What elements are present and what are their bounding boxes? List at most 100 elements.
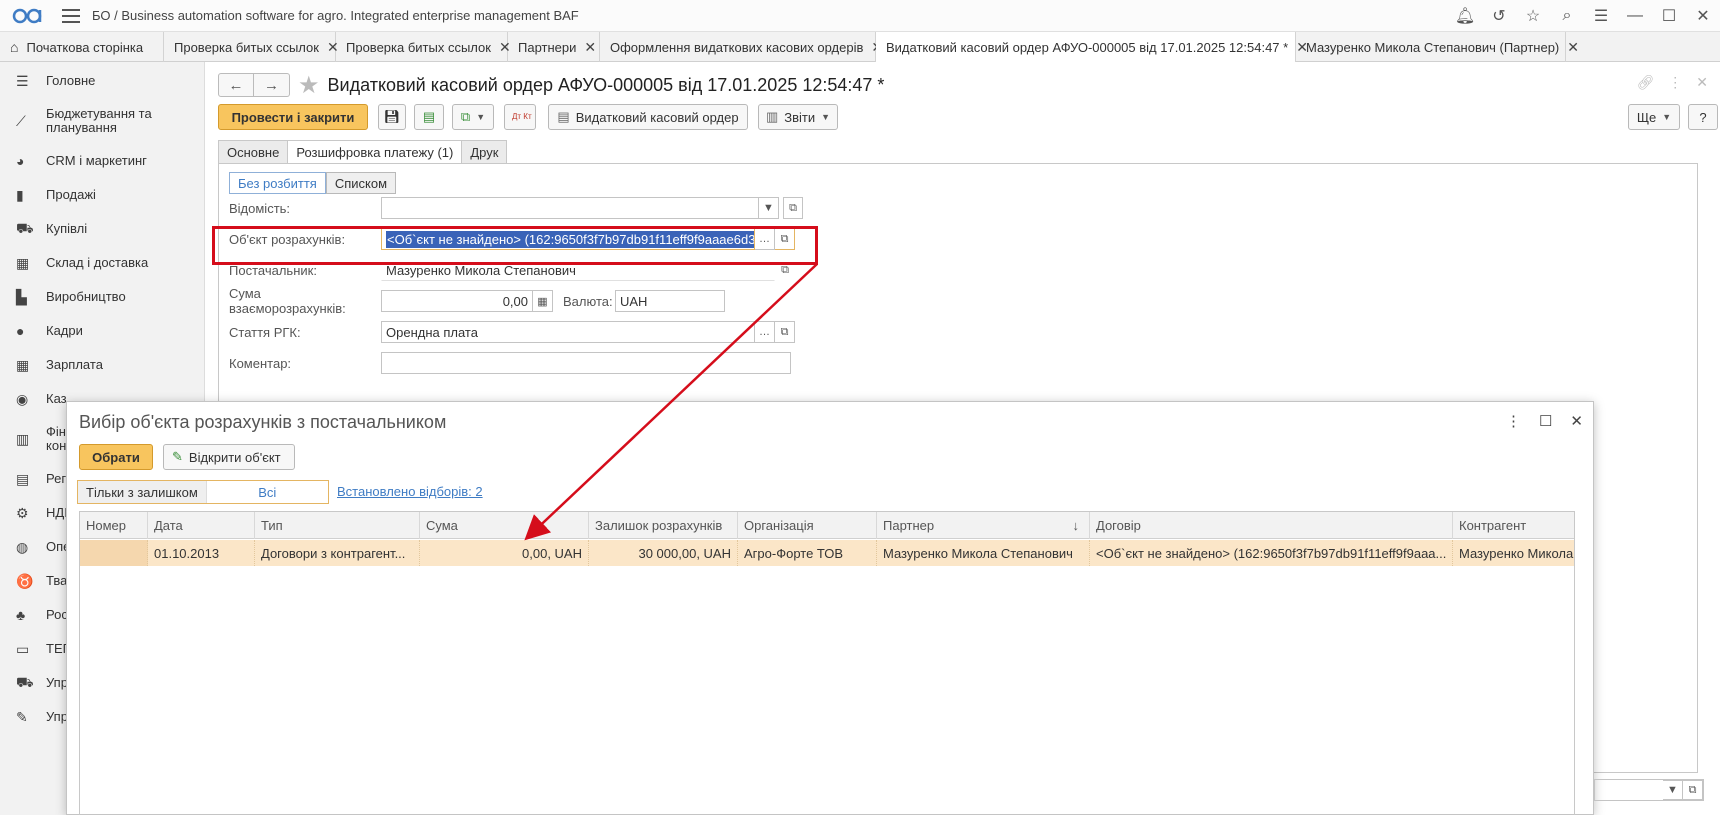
filters-link[interactable]: Встановлено відборів: 2 — [337, 484, 483, 499]
all-switch[interactable]: Всі — [205, 481, 328, 503]
bell-icon[interactable]: 🔔︎ — [1448, 0, 1482, 32]
sidebar-item-label: Упр — [46, 709, 68, 724]
balance-filter-switch: Тільки з залишком Всі — [77, 480, 329, 504]
list-switch[interactable]: Списком — [325, 172, 397, 194]
close-icon[interactable]: ✕ — [584, 39, 596, 56]
column-contract[interactable]: Договір — [1090, 512, 1453, 539]
highlight-frame — [212, 226, 818, 265]
tab-cash-order-doc[interactable]: Видатковий касовий ордер АФУО-000005 від… — [876, 32, 1308, 62]
tab-partner-card[interactable]: Мазуренко Микола Степанович (Партнер) ✕ — [1296, 32, 1579, 62]
sidebar-item-warehouse[interactable]: ▦ Склад і доставка — [0, 246, 204, 280]
main-menu-icon[interactable] — [62, 8, 80, 23]
sidebar-item-label: Тва — [46, 573, 68, 588]
tab-label: Проверка битых ссылок — [174, 39, 319, 55]
sidebar-item-label: Зарплата — [46, 357, 103, 372]
close-icon[interactable]: ✕ — [1686, 0, 1720, 32]
sidebar-item-sales[interactable]: ▮ Продажі — [0, 178, 204, 212]
chart-line-icon: ⟋ — [16, 112, 26, 129]
comment-field[interactable] — [381, 352, 791, 374]
button-label: Звіти — [784, 109, 816, 125]
column-balance[interactable]: Залишок розрахунків — [589, 512, 738, 539]
history-icon[interactable]: ↺ — [1482, 0, 1516, 32]
truck-icon: ⛟ — [16, 673, 34, 690]
ellipsis-icon[interactable]: … — [755, 321, 775, 343]
tab-print[interactable]: Друк — [461, 140, 508, 164]
open-object-button[interactable]: ✎ Відкрити об'єкт — [163, 444, 295, 470]
tab-broken-links-1[interactable]: Проверка битых ссылок ✕ — [164, 32, 339, 62]
tab-partners[interactable]: Партнери ✕ — [508, 32, 600, 62]
more-button[interactable]: Ще ▼ — [1628, 104, 1680, 130]
close-icon[interactable]: ✕ — [1567, 39, 1579, 56]
column-number[interactable]: Номер — [80, 512, 148, 539]
sidebar-item-crm[interactable]: ◕ CRM і маркетинг — [0, 144, 204, 178]
column-counterparty[interactable]: Контрагент — [1453, 512, 1574, 539]
statement-field[interactable] — [381, 197, 759, 219]
tab-home[interactable]: ⌂ Початкова сторінка — [0, 32, 164, 62]
cell-number — [80, 540, 148, 566]
tab-label: Початкова сторінка — [26, 39, 144, 55]
tab-payment-breakdown[interactable]: Розшифровка платежу (1) — [287, 140, 463, 164]
calculator-icon[interactable]: ▦ — [533, 290, 553, 312]
article-row: Стаття РГК: Орендна плата … ⧉ — [229, 320, 795, 344]
dt-kt-button[interactable]: Дт Кт — [504, 104, 536, 130]
tab-main[interactable]: Основне — [218, 140, 289, 164]
save-button[interactable]: 💾︎ — [378, 104, 406, 130]
print-order-button[interactable]: ▤ Видатковий касовий ордер — [548, 104, 748, 130]
button-label: Обрати — [92, 449, 140, 465]
currency-label: Валюта: — [563, 293, 613, 309]
dropdown-arrow-icon[interactable]: ▼ — [759, 197, 779, 219]
sidebar-item-production[interactable]: ▙ Виробництво — [0, 280, 204, 314]
back-button[interactable]: ← — [218, 73, 254, 97]
reports-button[interactable]: ▥ Звіти ▼ — [758, 104, 838, 130]
open-icon[interactable]: ⧉ — [1683, 780, 1703, 800]
favorite-star-icon[interactable]: ★ — [298, 71, 320, 100]
sidebar-item-salary[interactable]: ▦ Зарплата — [0, 348, 204, 382]
column-sum[interactable]: Сума — [420, 512, 589, 539]
pie-icon: ◕ — [16, 153, 25, 169]
post-button[interactable]: ▤ — [414, 104, 444, 130]
currency-field[interactable]: UAH — [615, 290, 725, 312]
cell-sum: 0,00, UAH — [420, 540, 589, 566]
article-field[interactable]: Орендна плата — [381, 321, 755, 343]
close-icon[interactable]: ✕ — [1696, 74, 1708, 91]
column-organization[interactable]: Організація — [738, 512, 877, 539]
more-vertical-icon[interactable]: ⋮ — [1668, 74, 1682, 91]
sidebar-item-budgeting[interactable]: ⟋ Бюджетування та планування — [0, 98, 204, 144]
help-button[interactable]: ? — [1688, 104, 1718, 130]
table-row[interactable]: 01.10.2013 Договори з контрагент... 0,00… — [80, 540, 1574, 566]
forward-button[interactable]: → — [254, 73, 290, 97]
sidebar-item-label: Рос — [46, 607, 68, 622]
open-icon[interactable]: ⧉ — [783, 197, 803, 219]
column-type[interactable]: Тип — [255, 512, 420, 539]
minimize-icon[interactable]: — — [1618, 0, 1652, 32]
create-based-on-button[interactable]: ⧉ ▼ — [452, 104, 494, 130]
settings-icon[interactable]: ☰ — [1584, 0, 1618, 32]
dropdown-arrow-icon[interactable]: ▼ — [1663, 780, 1683, 800]
post-and-close-button[interactable]: Провести і закрити — [218, 104, 368, 130]
more-vertical-icon[interactable]: ⋮ — [1506, 412, 1521, 430]
tab-broken-links-2[interactable]: Проверка битых ссылок ✕ — [336, 32, 511, 62]
column-date[interactable]: Дата — [148, 512, 255, 539]
sidebar-item-hr[interactable]: ● Кадри — [0, 314, 204, 348]
sidebar-item-main[interactable]: ☰ Головне — [0, 64, 204, 98]
amount-field[interactable]: 0,00 — [381, 290, 533, 312]
star-icon[interactable]: ☆ — [1516, 0, 1550, 32]
no-split-switch[interactable]: Без розбиття — [229, 172, 326, 194]
button-label: Ще — [1636, 109, 1657, 125]
close-icon[interactable]: ✕ — [1570, 412, 1583, 430]
search-icon[interactable]: ⌕ — [1550, 0, 1584, 32]
tab-cash-orders[interactable]: Оформлення видаткових касових ордерів✕ — [600, 32, 883, 62]
link-icon[interactable]: 🔗︎ — [1636, 74, 1654, 91]
maximize-icon[interactable]: ☐ — [1652, 0, 1686, 32]
column-partner[interactable]: Партнер ↓ — [877, 512, 1090, 539]
open-windows-tabs: ⌂ Початкова сторінка Проверка битых ссыло… — [0, 32, 1720, 62]
sidebar-item-label: Рег — [46, 471, 67, 486]
select-button[interactable]: Обрати — [79, 444, 153, 470]
only-with-balance-switch[interactable]: Тільки з залишком — [78, 481, 206, 503]
app-logo-icon[interactable] — [12, 6, 48, 26]
open-icon[interactable]: ⧉ — [775, 321, 795, 343]
maximize-icon[interactable]: ☐ — [1539, 412, 1552, 430]
bottom-select-field[interactable]: ▼ ⧉ — [1594, 779, 1704, 801]
dt-kt-icon: Дт Кт — [512, 112, 532, 121]
sidebar-item-purchases[interactable]: ⛟ Купівлі — [0, 212, 204, 246]
